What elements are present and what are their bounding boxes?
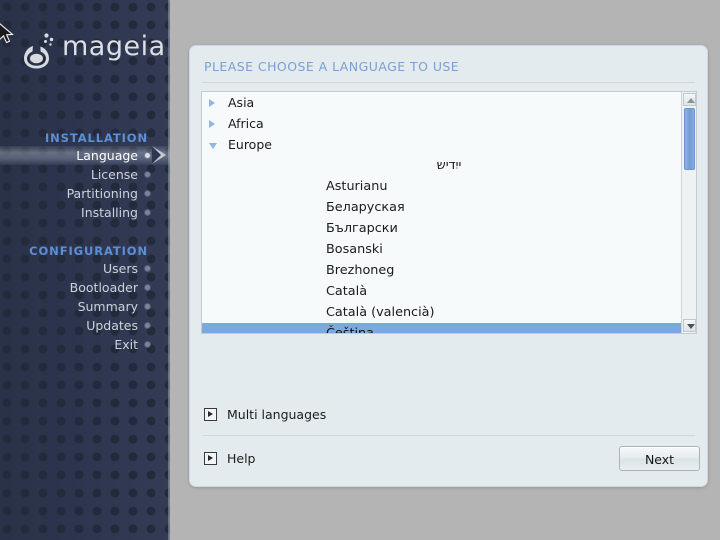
bullet-icon (145, 304, 150, 309)
brand-logo: mageia (0, 27, 170, 73)
bullet-icon (145, 266, 150, 271)
sidebar-item-label: Language (76, 148, 138, 163)
expander-triangle-icon (204, 408, 217, 421)
sidebar-item-license[interactable]: License (0, 165, 170, 184)
active-pointer-notch-icon (152, 146, 161, 164)
title-divider (203, 82, 695, 83)
page-title: PLEASE CHOOSE A LANGUAGE TO USE (204, 59, 460, 74)
footer-divider (203, 435, 695, 436)
triangle-down-icon (687, 324, 695, 329)
mageia-logo-icon (22, 30, 60, 70)
bullet-icon (145, 172, 150, 177)
triangle-right-icon[interactable] (209, 99, 215, 107)
sidebar-item-label: Exit (114, 337, 138, 352)
list-item[interactable]: Asturianu (202, 176, 696, 197)
triangle-down-icon[interactable] (209, 143, 217, 149)
sidebar-section-installation: INSTALLATION (44, 131, 148, 145)
list-item[interactable]: Català (valencià) (202, 302, 696, 323)
sidebar-item-summary[interactable]: Summary (0, 297, 170, 316)
language-listbox[interactable]: Asia Africa Europe ייִדיש Asturianu Бела… (201, 91, 697, 334)
list-item[interactable]: Беларуская (202, 197, 696, 218)
expander-triangle-icon (204, 452, 217, 465)
sidebar-item-bootloader[interactable]: Bootloader (0, 278, 170, 297)
mouse-cursor-icon (0, 22, 18, 48)
scrollbar-thumb[interactable] (684, 108, 695, 170)
main-panel: PLEASE CHOOSE A LANGUAGE TO USE Asia Afr… (189, 45, 708, 487)
bullet-icon (145, 342, 150, 347)
tree-item-europe[interactable]: Europe (202, 134, 696, 155)
list-item[interactable]: Bosanski (202, 239, 696, 260)
brand-name: mageia (62, 31, 166, 62)
list-item[interactable]: Brezhoneg (202, 260, 696, 281)
list-item[interactable]: Български (202, 218, 696, 239)
vertical-scrollbar[interactable] (681, 92, 696, 333)
sidebar-item-language[interactable]: Language (0, 146, 170, 165)
list-item[interactable]: Català (202, 281, 696, 302)
next-button[interactable]: Next (619, 446, 700, 471)
tree-item-africa[interactable]: Africa (202, 113, 696, 134)
list-item[interactable]: ייִדיש (202, 155, 696, 176)
help-label: Help (226, 451, 256, 466)
sidebar-item-label: Updates (86, 318, 138, 333)
sidebar-item-label: Summary (77, 299, 138, 314)
list-item-selected[interactable]: Čeština (202, 323, 696, 333)
triangle-right-icon[interactable] (209, 120, 215, 128)
sidebar-item-label: Bootloader (69, 280, 138, 295)
sidebar-item-exit[interactable]: Exit (0, 335, 170, 354)
bullet-icon (145, 285, 150, 290)
sidebar: mageia INSTALLATION Language License Par… (0, 0, 170, 540)
tree-item-label: Africa (228, 116, 264, 131)
triangle-up-icon (687, 98, 695, 103)
scroll-up-button[interactable] (683, 93, 696, 106)
tree-item-label: Asia (228, 95, 255, 110)
sidebar-item-installing[interactable]: Installing (0, 203, 170, 222)
installer-screen: mageia INSTALLATION Language License Par… (0, 0, 720, 540)
multi-languages-expander[interactable]: Multi languages (204, 407, 326, 423)
scroll-down-button[interactable] (683, 319, 696, 332)
sidebar-section-configuration: CONFIGURATION (29, 244, 148, 258)
sidebar-item-label: License (90, 167, 138, 182)
sidebar-item-label: Partitioning (66, 186, 138, 201)
sidebar-item-updates[interactable]: Updates (0, 316, 170, 335)
bullet-icon (145, 210, 150, 215)
tree-item-asia[interactable]: Asia (202, 92, 696, 113)
bullet-icon (145, 191, 150, 196)
help-expander[interactable]: Help (204, 451, 255, 467)
bullet-icon (145, 323, 150, 328)
sidebar-item-partitioning[interactable]: Partitioning (0, 184, 170, 203)
sidebar-item-label: Installing (81, 205, 138, 220)
tree-item-label: Europe (228, 137, 272, 152)
sidebar-item-users[interactable]: Users (0, 259, 170, 278)
sidebar-item-label: Users (102, 261, 138, 276)
multi-languages-label: Multi languages (226, 407, 327, 422)
bullet-icon (145, 153, 150, 158)
